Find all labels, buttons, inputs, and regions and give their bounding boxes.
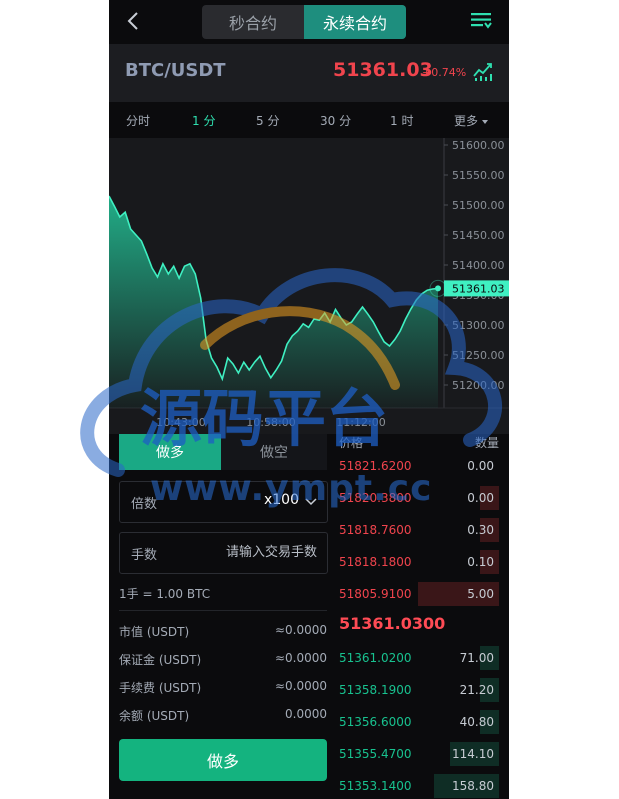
fee-row: 手续费 (USDT) ≈0.0000	[119, 679, 327, 697]
bid-row[interactable]: 51358.1900 21.20	[337, 678, 509, 702]
quantity-field: 手数	[119, 532, 328, 574]
market-value-row: 市值 (USDT) ≈0.0000	[119, 623, 327, 641]
app-screen: 秒合约 永续合约 BTC/USDT 51361.03 +0.74% 分时 1 分…	[109, 0, 509, 799]
top-bar: 秒合约 永续合约	[109, 0, 509, 44]
ask-qty: 0.30	[467, 523, 494, 537]
margin-label: 保证金 (USDT)	[119, 653, 202, 667]
bid-qty: 71.00	[459, 651, 494, 665]
price-area	[109, 196, 438, 408]
market-value-label: 市值 (USDT)	[119, 625, 190, 639]
back-arrow-icon[interactable]	[123, 10, 145, 32]
price-chart[interactable]: 51600.00 51550.00 51500.00 51450.00 51400.00…	[109, 138, 509, 434]
tab-interval-5m[interactable]: 5 分	[256, 112, 279, 129]
more-label: 更多	[454, 114, 479, 128]
fee-label: 手续费 (USDT)	[119, 681, 202, 695]
ask-price: 51805.9100	[339, 587, 412, 601]
margin-row: 保证金 (USDT) ≈0.0000	[119, 651, 327, 669]
ask-price: 51818.7600	[339, 523, 412, 537]
price-change: +0.74%	[422, 66, 467, 79]
leverage-label: 倍数	[131, 497, 158, 512]
bid-qty: 21.20	[459, 683, 494, 697]
bid-price: 51356.6000	[339, 715, 412, 729]
ask-qty: 0.10	[467, 555, 494, 569]
tab-interval-1h[interactable]: 1 时	[390, 112, 413, 129]
y-tick-label: 51600.00	[452, 139, 505, 152]
quantity-label: 手数	[131, 548, 158, 563]
ask-row[interactable]: 51818.1800 0.10	[337, 550, 509, 574]
y-tick-label: 51450.00	[452, 229, 505, 242]
bid-row[interactable]: 51356.6000 40.80	[337, 710, 509, 734]
balance-row: 余额 (USDT) 0.0000	[119, 707, 327, 725]
tab-second-contract[interactable]: 秒合约	[202, 5, 304, 39]
ask-row[interactable]: 51820.3800 0.00	[337, 486, 509, 510]
bid-row[interactable]: 51355.4700 114.10	[337, 742, 509, 766]
divider	[119, 610, 327, 611]
contract-type-switch: 秒合约 永续合约	[202, 5, 406, 39]
trading-pair[interactable]: BTC/USDT	[125, 60, 226, 81]
bid-price: 51353.1400	[339, 779, 412, 793]
x-tick-label: 10:58:00	[246, 416, 295, 429]
chevron-down-icon	[305, 498, 317, 506]
y-tick-label: 51400.00	[452, 259, 505, 272]
fee-value: ≈0.0000	[274, 679, 327, 693]
margin-value: ≈0.0000	[274, 651, 327, 665]
y-tick-label: 51250.00	[452, 349, 505, 362]
x-tick-label: 11:12:00	[336, 416, 385, 429]
leverage-value: x100	[263, 492, 299, 508]
qty-column-header: 数量	[474, 436, 499, 450]
chart-trend-icon[interactable]	[472, 60, 494, 82]
bid-price: 51355.4700	[339, 747, 412, 761]
order-form: 做多 做空 倍数 x100 手数 1手 = 1.00 BTC 市值 (USDT)…	[109, 434, 337, 799]
ask-price: 51820.3800	[339, 491, 412, 505]
ask-price: 51821.6200	[339, 459, 412, 473]
price-column-header: 价格	[339, 436, 364, 450]
ask-row[interactable]: 51805.9100 5.00	[337, 582, 509, 606]
ask-qty: 0.00	[467, 491, 494, 505]
short-tab-button[interactable]: 做空	[221, 434, 327, 470]
order-book-mid-price: 51361.0300	[339, 614, 446, 633]
bid-qty: 40.80	[459, 715, 494, 729]
balance-label: 余额 (USDT)	[119, 709, 190, 723]
ask-qty: 0.00	[467, 459, 494, 473]
y-tick-label: 51550.00	[452, 169, 505, 182]
last-price-tag-label: 51361.03	[452, 282, 505, 295]
y-tick-label: 51200.00	[452, 379, 505, 392]
bid-price: 51358.1900	[339, 683, 412, 697]
ask-price: 51818.1800	[339, 555, 412, 569]
quantity-input[interactable]	[187, 542, 317, 562]
tab-perpetual-contract[interactable]: 永续合约	[304, 5, 406, 39]
tab-interval-1m[interactable]: 1 分	[192, 112, 215, 129]
leverage-select[interactable]: 倍数 x100	[119, 481, 328, 523]
x-tick-label: 10:43:00	[156, 416, 205, 429]
bid-qty: 158.80	[452, 779, 494, 793]
caret-down-icon	[482, 119, 489, 124]
tab-interval-timeline[interactable]: 分时	[126, 112, 150, 129]
tab-interval-30m[interactable]: 30 分	[320, 112, 351, 129]
ask-row[interactable]: 51821.6200 0.00	[337, 454, 509, 478]
long-tab-button[interactable]: 做多	[119, 434, 221, 470]
y-tick-label: 51500.00	[452, 199, 505, 212]
y-tick-label: 51300.00	[452, 319, 505, 332]
ask-row[interactable]: 51818.7600 0.30	[337, 518, 509, 542]
tab-interval-more[interactable]: 更多	[454, 112, 489, 129]
bid-row[interactable]: 51353.1400 158.80	[337, 774, 509, 798]
balance-value: 0.0000	[285, 707, 327, 721]
price-chart-svg: 51600.00 51550.00 51500.00 51450.00 51400.00…	[109, 138, 509, 429]
market-value: ≈0.0000	[274, 623, 327, 637]
lot-size-note: 1手 = 1.00 BTC	[119, 587, 211, 601]
ask-qty: 5.00	[467, 587, 494, 601]
last-price-dot	[435, 285, 441, 292]
submit-long-button[interactable]: 做多	[119, 739, 327, 781]
menu-list-icon[interactable]	[469, 9, 493, 33]
symbol-bar: BTC/USDT 51361.03 +0.74%	[109, 44, 509, 102]
bid-row[interactable]: 51361.0200 71.00	[337, 646, 509, 670]
order-book: 价格 数量 51821.6200 0.00 51820.3800 0.00 51818.…	[337, 434, 509, 799]
last-price: 51361.03	[333, 59, 433, 81]
bid-price: 51361.0200	[339, 651, 412, 665]
interval-tabs: 分时 1 分 5 分 30 分 1 时 更多	[109, 102, 509, 138]
bid-qty: 114.10	[452, 747, 494, 761]
